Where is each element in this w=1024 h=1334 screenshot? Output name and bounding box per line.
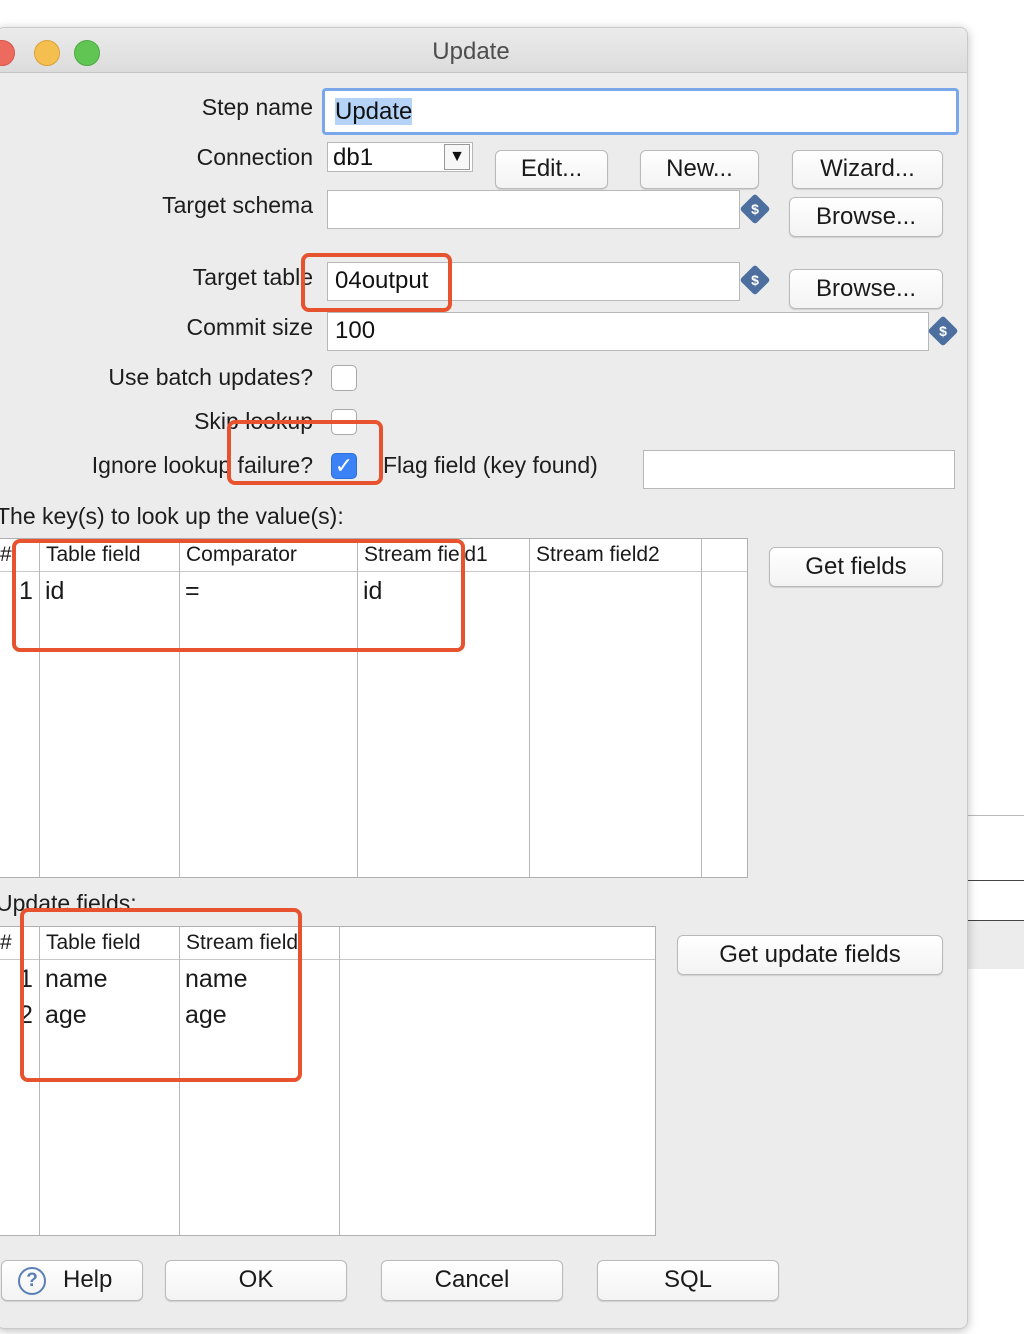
stream-field-cell[interactable]: name: [185, 965, 248, 994]
dropdown-arrow-icon[interactable]: ▼: [444, 144, 470, 170]
target-table-input[interactable]: 04output: [327, 262, 740, 301]
table-field-cell[interactable]: name: [45, 965, 108, 994]
column-divider: [701, 539, 702, 877]
column-divider: [529, 539, 530, 877]
column-header-number[interactable]: #: [0, 927, 35, 959]
row-number: 2: [19, 1001, 33, 1029]
keys-table-header: # Table field Comparator Stream field1 S…: [0, 539, 747, 572]
help-button[interactable]: ? Help: [1, 1260, 143, 1301]
update-section-title: Update fields:: [0, 890, 137, 916]
wizard-button[interactable]: Wizard...: [792, 150, 943, 189]
step-name-value: Update: [335, 98, 413, 125]
column-divider: [39, 539, 40, 877]
background-divider: [966, 880, 1024, 881]
dollar-variable-icon[interactable]: $: [927, 315, 959, 347]
column-divider: [39, 927, 40, 1235]
background-panel: [966, 921, 1024, 969]
column-header-stream-field1[interactable]: Stream field1: [359, 539, 529, 571]
update-fields-table[interactable]: # Table field Stream field 1 name name 2…: [0, 926, 656, 1236]
target-schema-label: Target schema: [162, 192, 313, 218]
flag-field-label: Flag field (key found): [383, 452, 598, 478]
step-name-input[interactable]: Update: [322, 88, 959, 135]
window-title: Update: [432, 38, 510, 65]
column-divider: [179, 927, 180, 1235]
cancel-button[interactable]: Cancel: [381, 1260, 563, 1301]
table-field-cell[interactable]: age: [45, 1001, 87, 1030]
help-button-label: Help: [63, 1266, 113, 1293]
new-connection-button[interactable]: New...: [640, 150, 759, 189]
table-field-cell[interactable]: id: [45, 577, 64, 606]
flag-field-input[interactable]: [643, 450, 955, 489]
background-divider: [966, 815, 1024, 816]
get-update-fields-button[interactable]: Get update fields: [677, 935, 943, 975]
target-schema-input[interactable]: [327, 190, 740, 229]
column-divider: [357, 539, 358, 877]
update-table-header: # Table field Stream field: [0, 927, 655, 960]
row-number: 1: [19, 577, 33, 605]
keys-section-title: The key(s) to look up the value(s):: [0, 503, 344, 529]
batch-updates-checkbox[interactable]: [331, 365, 357, 391]
column-header-stream-field[interactable]: Stream field: [181, 927, 339, 959]
dollar-variable-icon[interactable]: $: [739, 264, 771, 296]
stream-field1-cell[interactable]: id: [363, 577, 382, 606]
column-header-table-field[interactable]: Table field: [41, 927, 179, 959]
column-header-comparator[interactable]: Comparator: [181, 539, 357, 571]
stream-field-cell[interactable]: age: [185, 1001, 227, 1030]
commit-size-input[interactable]: 100: [327, 312, 929, 351]
dollar-variable-icon[interactable]: $: [739, 193, 771, 225]
ignore-failure-label: Ignore lookup failure?: [91, 452, 313, 478]
row-number: 1: [19, 965, 33, 993]
comparator-cell[interactable]: =: [185, 577, 200, 606]
connection-select[interactable]: db1 ▼: [327, 142, 473, 172]
ignore-failure-checkbox[interactable]: ✓: [331, 453, 357, 479]
connection-value: db1: [333, 144, 374, 171]
sql-button[interactable]: SQL: [597, 1260, 779, 1301]
checkmark-icon: ✓: [334, 453, 354, 478]
ok-button[interactable]: OK: [165, 1260, 347, 1301]
skip-lookup-label: Skip lookup: [194, 408, 313, 434]
column-header-stream-field2[interactable]: Stream field2: [531, 539, 701, 571]
connection-label: Connection: [196, 144, 313, 170]
column-divider: [179, 539, 180, 877]
batch-updates-label: Use batch updates?: [108, 364, 313, 390]
title-bar: Update: [0, 28, 967, 73]
get-fields-button[interactable]: Get fields: [769, 547, 943, 587]
step-name-label: Step name: [201, 94, 313, 120]
browse-table-button[interactable]: Browse...: [789, 269, 943, 309]
column-header-table-field[interactable]: Table field: [41, 539, 179, 571]
edit-connection-button[interactable]: Edit...: [495, 150, 608, 189]
target-table-label: Target table: [192, 264, 313, 290]
browse-schema-button[interactable]: Browse...: [789, 197, 943, 237]
column-header-number[interactable]: #: [0, 539, 35, 571]
commit-size-label: Commit size: [186, 314, 313, 340]
keys-table[interactable]: # Table field Comparator Stream field1 S…: [0, 538, 748, 878]
column-divider: [339, 927, 340, 1235]
skip-lookup-checkbox[interactable]: [331, 409, 357, 435]
help-question-icon: ?: [18, 1267, 46, 1295]
